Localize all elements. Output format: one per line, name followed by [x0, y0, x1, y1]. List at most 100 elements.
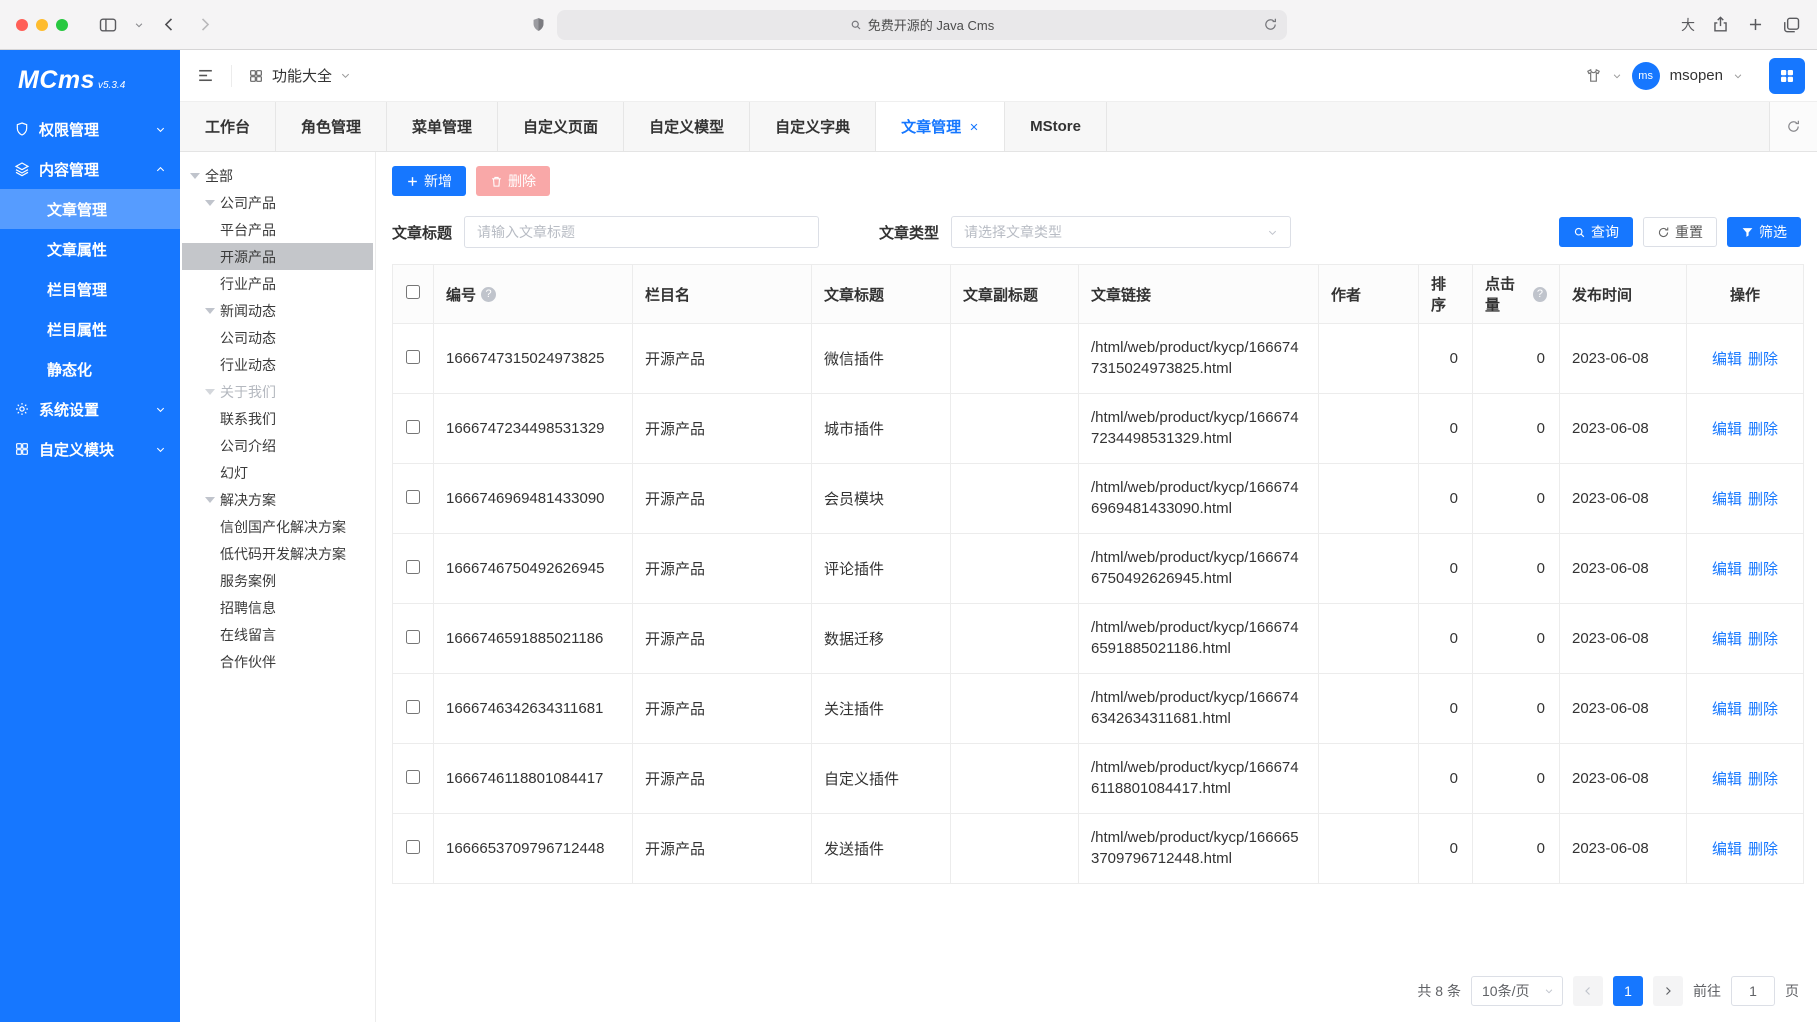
tree-item-opensource-products[interactable]: 开源产品	[182, 243, 373, 270]
reset-button[interactable]: 重置	[1643, 217, 1717, 247]
zoom-window-button[interactable]	[56, 19, 68, 31]
edit-link[interactable]: 编辑	[1712, 631, 1742, 648]
delete-link[interactable]: 删除	[1748, 491, 1778, 508]
edit-link[interactable]: 编辑	[1712, 771, 1742, 788]
sidebar-item-column-manage[interactable]: 栏目管理	[0, 269, 180, 309]
edit-link[interactable]: 编辑	[1712, 351, 1742, 368]
tab-article-manage[interactable]: 文章管理	[876, 102, 1005, 151]
tree-item-partners[interactable]: 合作伙伴	[182, 648, 373, 675]
page-number-1[interactable]: 1	[1613, 976, 1643, 1006]
sidebar-chevron-icon[interactable]	[134, 20, 144, 30]
delete-link[interactable]: 删除	[1748, 561, 1778, 578]
tree-item-recruitment[interactable]: 招聘信息	[182, 594, 373, 621]
tab-custom-dict[interactable]: 自定义字典	[750, 102, 876, 151]
reload-icon[interactable]	[1263, 17, 1278, 32]
tree-item-news[interactable]: 新闻动态	[182, 297, 373, 324]
search-button[interactable]: 查询	[1559, 217, 1633, 247]
tree-item-contact-us[interactable]: 联系我们	[182, 405, 373, 432]
delete-link[interactable]: 删除	[1748, 421, 1778, 438]
row-checkbox[interactable]	[406, 630, 420, 644]
edit-link[interactable]: 编辑	[1712, 841, 1742, 858]
help-icon[interactable]	[481, 287, 496, 302]
goto-page-input[interactable]	[1731, 976, 1775, 1006]
collapse-menu-icon[interactable]	[196, 66, 215, 85]
tab-workbench[interactable]: 工作台	[180, 102, 276, 151]
tree-item-all[interactable]: 全部	[182, 162, 373, 189]
chevron-down-icon[interactable]	[1612, 71, 1622, 81]
sidebar-item-custom-module[interactable]: 自定义模块	[0, 429, 180, 469]
caret-icon[interactable]	[205, 389, 215, 395]
row-checkbox[interactable]	[406, 840, 420, 854]
delete-link[interactable]: 删除	[1748, 841, 1778, 858]
sidebar-item-article-manage[interactable]: 文章管理	[0, 189, 180, 229]
sidebar-item-permission[interactable]: 权限管理	[0, 109, 180, 149]
delete-link[interactable]: 删除	[1748, 631, 1778, 648]
refresh-tab-icon[interactable]	[1769, 102, 1817, 151]
minimize-window-button[interactable]	[36, 19, 48, 31]
tree-item-company-products[interactable]: 公司产品	[182, 189, 373, 216]
caret-icon[interactable]	[205, 200, 215, 206]
sidebar-item-system-settings[interactable]: 系统设置	[0, 389, 180, 429]
tab-mstore[interactable]: MStore	[1005, 102, 1107, 151]
sidebar-item-content[interactable]: 内容管理	[0, 149, 180, 189]
caret-icon[interactable]	[205, 308, 215, 314]
help-icon[interactable]	[1533, 287, 1547, 302]
tree-item-online-message[interactable]: 在线留言	[182, 621, 373, 648]
tree-item-lowcode-solution[interactable]: 低代码开发解决方案	[182, 540, 373, 567]
delete-link[interactable]: 删除	[1748, 701, 1778, 718]
tree-item-company-intro[interactable]: 公司介绍	[182, 432, 373, 459]
row-checkbox[interactable]	[406, 700, 420, 714]
caret-icon[interactable]	[205, 497, 215, 503]
avatar[interactable]: ms	[1632, 62, 1660, 90]
privacy-shield-icon[interactable]	[530, 16, 547, 33]
tree-item-platform-products[interactable]: 平台产品	[182, 216, 373, 243]
article-title-input[interactable]	[464, 216, 819, 248]
next-page-button[interactable]	[1653, 976, 1683, 1006]
address-bar[interactable]: 免费开源的 Java Cms	[557, 10, 1287, 40]
close-window-button[interactable]	[16, 19, 28, 31]
row-checkbox[interactable]	[406, 420, 420, 434]
add-button[interactable]: 新增	[392, 166, 466, 196]
new-tab-icon[interactable]	[1746, 15, 1765, 34]
edit-link[interactable]: 编辑	[1712, 491, 1742, 508]
tree-item-xinchuang-solution[interactable]: 信创国产化解决方案	[182, 513, 373, 540]
edit-link[interactable]: 编辑	[1712, 701, 1742, 718]
tree-item-slides[interactable]: 幻灯	[182, 459, 373, 486]
forward-icon[interactable]	[195, 15, 214, 34]
close-tab-icon[interactable]	[969, 122, 979, 132]
sidebar-item-static[interactable]: 静态化	[0, 349, 180, 389]
apps-launcher-button[interactable]	[1769, 58, 1805, 94]
tree-item-about-us[interactable]: 关于我们	[182, 378, 373, 405]
edit-link[interactable]: 编辑	[1712, 421, 1742, 438]
caret-icon[interactable]	[190, 173, 200, 179]
delete-button[interactable]: 删除	[476, 166, 550, 196]
delete-link[interactable]: 删除	[1748, 771, 1778, 788]
select-all-checkbox[interactable]	[406, 285, 420, 299]
tab-menu-manage[interactable]: 菜单管理	[387, 102, 498, 151]
row-checkbox[interactable]	[406, 770, 420, 784]
chevron-down-icon[interactable]	[1733, 71, 1743, 81]
delete-link[interactable]: 删除	[1748, 351, 1778, 368]
browser-sidebar-toggle-icon[interactable]	[98, 15, 118, 35]
tree-item-industry-products[interactable]: 行业产品	[182, 270, 373, 297]
text-size-icon[interactable]: 大	[1681, 15, 1695, 35]
back-icon[interactable]	[160, 15, 179, 34]
tree-item-industry-news[interactable]: 行业动态	[182, 351, 373, 378]
tree-item-service-cases[interactable]: 服务案例	[182, 567, 373, 594]
sidebar-item-article-attr[interactable]: 文章属性	[0, 229, 180, 269]
row-checkbox[interactable]	[406, 350, 420, 364]
share-icon[interactable]	[1711, 15, 1730, 34]
feature-menu-trigger[interactable]: 功能大全	[248, 65, 351, 86]
tab-role-manage[interactable]: 角色管理	[276, 102, 387, 151]
tree-item-solutions[interactable]: 解决方案	[182, 486, 373, 513]
prev-page-button[interactable]	[1573, 976, 1603, 1006]
theme-skin-icon[interactable]	[1585, 67, 1602, 84]
tab-overview-icon[interactable]	[1781, 15, 1801, 35]
article-type-select[interactable]: 请选择文章类型	[951, 216, 1291, 248]
tree-item-company-news[interactable]: 公司动态	[182, 324, 373, 351]
tab-custom-page[interactable]: 自定义页面	[498, 102, 624, 151]
row-checkbox[interactable]	[406, 560, 420, 574]
row-checkbox[interactable]	[406, 490, 420, 504]
sidebar-item-column-attr[interactable]: 栏目属性	[0, 309, 180, 349]
filter-button[interactable]: 筛选	[1727, 217, 1801, 247]
